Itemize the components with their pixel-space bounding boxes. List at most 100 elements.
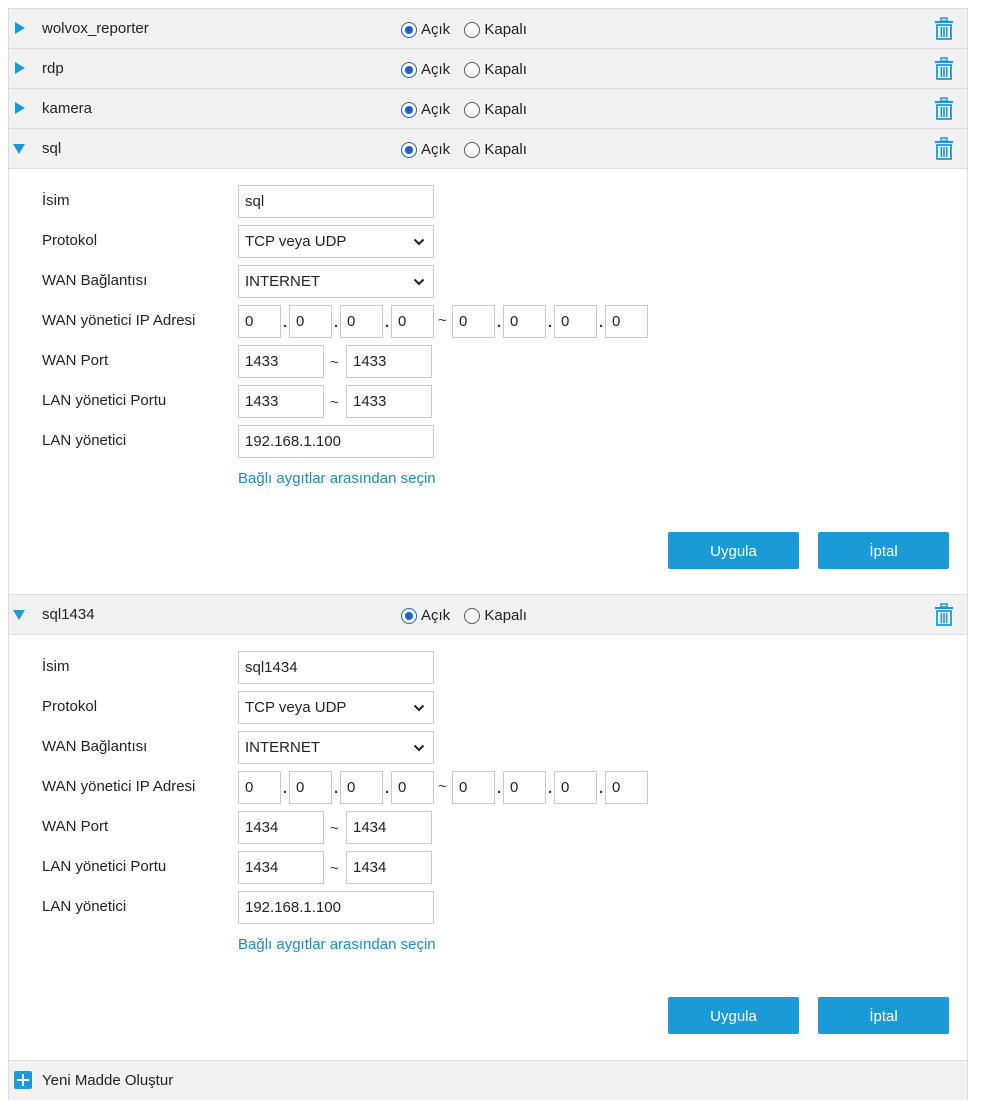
radio-off[interactable] [464, 22, 481, 39]
wan-ip-label: WAN yönetici IP Adresi [42, 312, 196, 329]
lan-host-label: LAN yönetici [42, 898, 127, 915]
lan-host-input[interactable]: 192.168.1.100 [238, 891, 434, 924]
ip-end-octet-1[interactable]: 0 [452, 771, 495, 804]
radio-on-label: Açık [421, 21, 451, 39]
name-input[interactable]: sql1434 [238, 651, 434, 684]
protocol-label: Protokol [42, 232, 98, 249]
radio-on[interactable] [401, 142, 417, 159]
wan-port-end-input[interactable]: 1433 [346, 345, 432, 378]
triangle-right-icon[interactable] [15, 102, 25, 114]
protocol-select[interactable]: TCP veya UDP [238, 691, 434, 724]
trash-icon[interactable] [934, 137, 954, 161]
lan-host-label: LAN yönetici [42, 432, 127, 449]
select-connected-device-link[interactable]: Bağlı aygıtlar arasından seçin [238, 469, 436, 489]
protocol-select[interactable]: TCP veya UDP [238, 225, 434, 258]
wan-port-start-input[interactable]: 1434 [238, 811, 324, 844]
rule-row-sql1434[interactable]: sql1434 Açık Kapalı [9, 594, 967, 635]
rule-row-sql[interactable]: sql Açık Kapalı [9, 128, 967, 169]
port-mapping-list: wolvox_reporter Açık Kapalı rdp Açık Kap… [8, 8, 968, 1100]
plus-icon[interactable] [14, 1071, 32, 1089]
radio-on[interactable] [401, 22, 417, 39]
apply-button[interactable]: Uygula [668, 997, 799, 1034]
ip-start-octet-2[interactable]: 0 [289, 771, 332, 804]
status-radio-group: Açık Kapalı [401, 139, 537, 161]
lan-port-start-input[interactable]: 1434 [238, 851, 324, 884]
radio-on[interactable] [401, 102, 417, 119]
triangle-right-icon[interactable] [15, 22, 25, 34]
status-radio-group: Açık Kapalı [401, 59, 537, 81]
lan-port-end-input[interactable]: 1433 [346, 385, 432, 418]
range-tilde: ~ [330, 860, 339, 877]
wan-port-end-input[interactable]: 1434 [346, 811, 432, 844]
ip-end-octet-2[interactable]: 0 [503, 305, 546, 338]
ip-start-octet-3[interactable]: 0 [340, 771, 383, 804]
range-tilde: ~ [330, 394, 339, 411]
ip-end-octet-4[interactable]: 0 [605, 771, 648, 804]
radio-off-label: Kapalı [484, 21, 527, 39]
ip-separator: . [385, 314, 390, 331]
ip-start-octet-2[interactable]: 0 [289, 305, 332, 338]
radio-off-label: Kapalı [484, 61, 527, 79]
rule-name: sql [42, 140, 62, 157]
ip-separator: . [283, 780, 288, 797]
ip-end-octet-1[interactable]: 0 [452, 305, 495, 338]
rule-row-wolvox-reporter[interactable]: wolvox_reporter Açık Kapalı [9, 8, 967, 49]
wan-connection-value: INTERNET [245, 739, 320, 756]
radio-on-label: Açık [421, 61, 451, 79]
ip-start-octet-1[interactable]: 0 [238, 305, 281, 338]
radio-off-label: Kapalı [484, 101, 527, 119]
ip-start-octet-4[interactable]: 0 [391, 771, 434, 804]
apply-button[interactable]: Uygula [668, 532, 799, 569]
ip-end-octet-4[interactable]: 0 [605, 305, 648, 338]
radio-off[interactable] [464, 62, 481, 79]
chevron-down-icon [413, 238, 425, 246]
rule-row-kamera[interactable]: kamera Açık Kapalı [9, 88, 967, 129]
triangle-down-icon[interactable] [13, 610, 25, 620]
name-label: İsim [42, 658, 70, 675]
chevron-down-icon [413, 278, 425, 286]
radio-on-label: Açık [421, 101, 451, 119]
radio-off[interactable] [464, 102, 481, 119]
rule-name: sql1434 [42, 606, 95, 623]
ip-start-octet-1[interactable]: 0 [238, 771, 281, 804]
rule-name: kamera [42, 100, 93, 117]
trash-icon[interactable] [934, 603, 954, 627]
ip-start-octet-4[interactable]: 0 [391, 305, 434, 338]
add-new-item-row[interactable]: Yeni Madde Oluştur [9, 1060, 967, 1100]
triangle-down-icon[interactable] [13, 144, 25, 154]
trash-icon[interactable] [934, 17, 954, 41]
ip-end-octet-3[interactable]: 0 [554, 771, 597, 804]
lan-host-input[interactable]: 192.168.1.100 [238, 425, 434, 458]
radio-off-label: Kapalı [484, 607, 527, 625]
triangle-right-icon[interactable] [15, 62, 25, 74]
ip-start-octet-3[interactable]: 0 [340, 305, 383, 338]
chevron-down-icon [413, 704, 425, 712]
cancel-button[interactable]: İptal [818, 997, 949, 1034]
wan-connection-select[interactable]: INTERNET [238, 265, 434, 298]
status-radio-group: Açık Kapalı [401, 19, 537, 41]
ip-separator: . [548, 780, 553, 797]
radio-off[interactable] [464, 142, 481, 159]
rule-name: rdp [42, 60, 64, 77]
lan-port-start-input[interactable]: 1433 [238, 385, 324, 418]
ip-end-octet-2[interactable]: 0 [503, 771, 546, 804]
radio-on[interactable] [401, 608, 417, 625]
wan-port-start-input[interactable]: 1433 [238, 345, 324, 378]
wan-port-label: WAN Port [42, 352, 109, 369]
wan-connection-label: WAN Bağlantısı [42, 738, 148, 755]
wan-connection-label: WAN Bağlantısı [42, 272, 148, 289]
trash-icon[interactable] [934, 97, 954, 121]
trash-icon[interactable] [934, 57, 954, 81]
select-connected-device-link[interactable]: Bağlı aygıtlar arasından seçin [238, 935, 436, 955]
ip-end-octet-3[interactable]: 0 [554, 305, 597, 338]
radio-on[interactable] [401, 62, 417, 79]
wan-connection-select[interactable]: INTERNET [238, 731, 434, 764]
radio-off[interactable] [464, 608, 481, 625]
name-input[interactable]: sql [238, 185, 434, 218]
rule-row-rdp[interactable]: rdp Açık Kapalı [9, 48, 967, 89]
cancel-button[interactable]: İptal [818, 532, 949, 569]
add-new-item-label[interactable]: Yeni Madde Oluştur [42, 1071, 173, 1091]
lan-port-end-input[interactable]: 1434 [346, 851, 432, 884]
ip-separator: . [599, 314, 604, 331]
ip-separator: . [599, 780, 604, 797]
